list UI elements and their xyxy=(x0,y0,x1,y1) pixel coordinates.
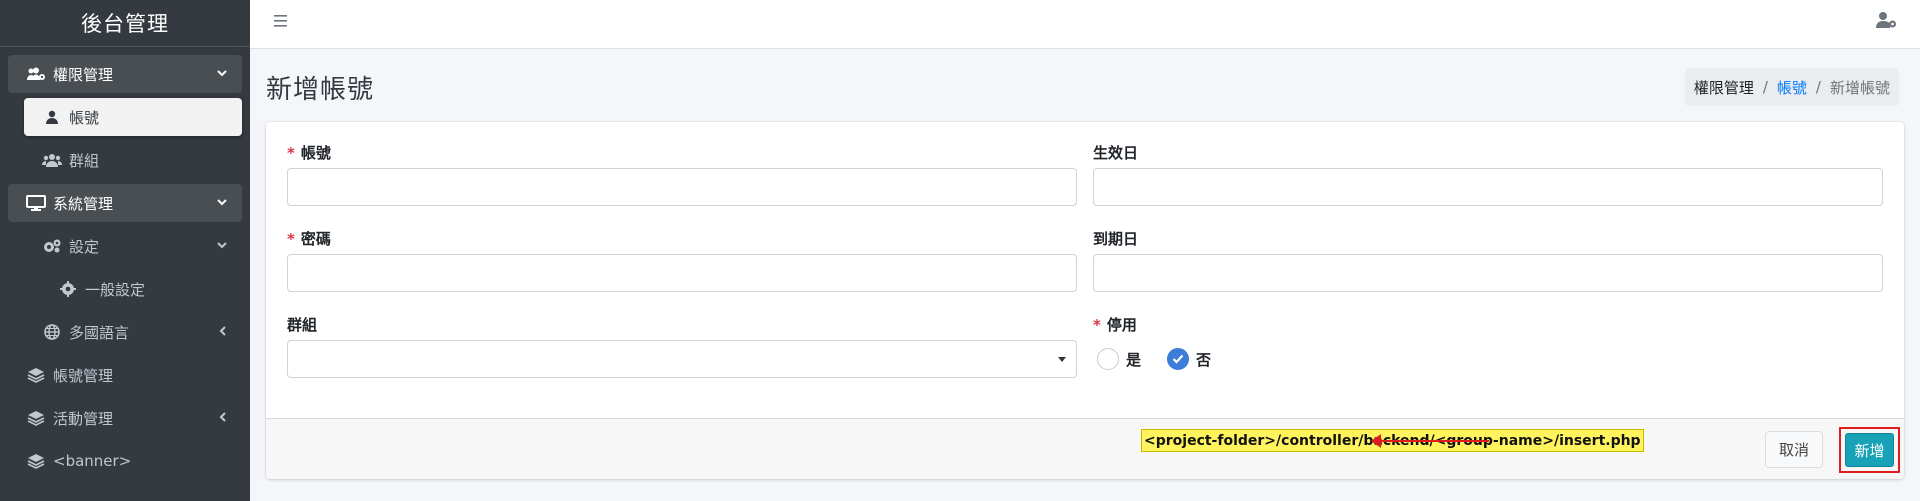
sidebar-item-account-management[interactable]: 帳號管理 xyxy=(8,356,242,394)
account-input[interactable] xyxy=(287,168,1077,206)
chevron-left-icon xyxy=(216,325,228,337)
brand-title[interactable]: 後台管理 xyxy=(0,0,250,47)
sidebar-item-settings[interactable]: 設定 xyxy=(8,227,242,265)
password-label-text: 密碼 xyxy=(300,230,331,248)
breadcrumb-root: 權限管理 xyxy=(1693,78,1754,97)
checkmark-icon xyxy=(1172,354,1184,364)
users-icon xyxy=(42,152,62,168)
layers-icon xyxy=(26,367,46,383)
form-footer: <project-folder>/controller/backend/<gro… xyxy=(266,418,1904,479)
disabled-radio-group: 是 否 xyxy=(1097,348,1237,370)
required-mark: * xyxy=(287,230,295,248)
main-content: 新增帳號 權限管理 / 帳號 / 新增帳號 * 帳號 生效日 * 密碼 到期日 群組 xyxy=(250,49,1920,501)
annotation-arrow-line xyxy=(1379,440,1489,442)
chevron-down-icon xyxy=(216,239,228,251)
radio-no[interactable] xyxy=(1167,348,1190,370)
disabled-label-text: 停用 xyxy=(1106,316,1137,334)
sidebar: 後台管理 權限管理 帳號 群組 系統管理 設定 一般設定 多國語言 帳號管理 活… xyxy=(0,0,250,501)
account-label-text: 帳號 xyxy=(300,144,331,162)
caret-down-icon xyxy=(1058,357,1066,362)
sidebar-item-label: 系統管理 xyxy=(53,194,114,213)
required-mark: * xyxy=(287,144,295,162)
sidebar-item-label: 活動管理 xyxy=(53,409,114,428)
sidebar-item-events[interactable]: 活動管理 xyxy=(8,399,242,437)
submit-button[interactable]: 新增 xyxy=(1845,433,1894,467)
password-label: * 密碼 xyxy=(287,228,1077,248)
sidebar-item-label: <banner> xyxy=(53,452,132,470)
breadcrumb-current: 新增帳號 xyxy=(1829,78,1890,97)
cancel-button[interactable]: 取消 xyxy=(1765,431,1823,468)
radio-yes[interactable] xyxy=(1097,348,1119,370)
start-date-input[interactable] xyxy=(1093,168,1883,206)
disabled-label: * 停用 xyxy=(1093,314,1883,334)
breadcrumb: 權限管理 / 帳號 / 新增帳號 xyxy=(1684,68,1899,106)
chevron-left-icon xyxy=(216,411,228,423)
password-field: * 密碼 xyxy=(287,228,1077,292)
sidebar-item-accounts[interactable]: 帳號 xyxy=(24,98,242,136)
sidebar-item-label: 設定 xyxy=(69,237,100,256)
required-mark: * xyxy=(1093,316,1101,334)
sidebar-item-banner[interactable]: <banner> xyxy=(8,442,242,480)
group-field: 群組 xyxy=(287,314,1077,378)
user-settings-icon[interactable] xyxy=(1876,11,1898,29)
radio-yes-label: 是 xyxy=(1126,350,1142,369)
layers-icon xyxy=(26,453,46,469)
layers-icon xyxy=(26,410,46,426)
breadcrumb-separator: / xyxy=(1815,78,1821,96)
chevron-down-icon xyxy=(216,196,228,208)
account-form-card: * 帳號 生效日 * 密碼 到期日 群組 * 停用 是 否 <project-f… xyxy=(266,122,1904,479)
annotation-arrow-head xyxy=(1371,434,1381,448)
hamburger-menu-icon[interactable] xyxy=(273,13,289,29)
group-label: 群組 xyxy=(287,316,318,334)
breadcrumb-link-accounts[interactable]: 帳號 xyxy=(1777,77,1807,98)
globe-icon xyxy=(42,324,62,340)
radio-no-label: 否 xyxy=(1196,350,1212,369)
account-field: * 帳號 xyxy=(287,142,1077,206)
page-title: 新增帳號 xyxy=(266,75,375,105)
users-cog-icon xyxy=(26,66,46,82)
sidebar-item-permissions[interactable]: 權限管理 xyxy=(8,55,242,93)
user-icon xyxy=(42,109,62,125)
group-select[interactable] xyxy=(287,340,1077,378)
sidebar-nav: 權限管理 帳號 群組 系統管理 設定 一般設定 多國語言 帳號管理 活動管理 <… xyxy=(0,47,250,480)
sidebar-item-groups[interactable]: 群組 xyxy=(8,141,242,179)
breadcrumb-separator: / xyxy=(1762,78,1768,96)
chevron-down-icon xyxy=(216,67,228,79)
sidebar-item-label: 一般設定 xyxy=(85,280,146,299)
sidebar-item-system[interactable]: 系統管理 xyxy=(8,184,242,222)
submit-highlight-box: 新增 xyxy=(1839,427,1900,473)
end-date-input[interactable] xyxy=(1093,254,1883,292)
sidebar-item-label: 帳號 xyxy=(69,108,100,127)
end-date-label: 到期日 xyxy=(1093,230,1139,248)
cogs-icon xyxy=(42,238,62,254)
start-date-field: 生效日 xyxy=(1093,142,1883,206)
desktop-icon xyxy=(26,195,46,211)
sidebar-item-languages[interactable]: 多國語言 xyxy=(8,313,242,351)
end-date-field: 到期日 xyxy=(1093,228,1883,292)
account-label: * 帳號 xyxy=(287,142,1077,162)
password-input[interactable] xyxy=(287,254,1077,292)
sidebar-item-label: 群組 xyxy=(69,151,100,170)
sidebar-item-general-settings[interactable]: 一般設定 xyxy=(8,270,242,308)
sidebar-item-label: 權限管理 xyxy=(53,65,114,84)
start-date-label: 生效日 xyxy=(1093,144,1139,162)
disabled-field: * 停用 是 否 xyxy=(1093,314,1883,370)
cog-icon xyxy=(58,281,78,297)
sidebar-item-label: 帳號管理 xyxy=(53,366,114,385)
top-navbar xyxy=(250,0,1920,49)
sidebar-item-label: 多國語言 xyxy=(69,323,130,342)
